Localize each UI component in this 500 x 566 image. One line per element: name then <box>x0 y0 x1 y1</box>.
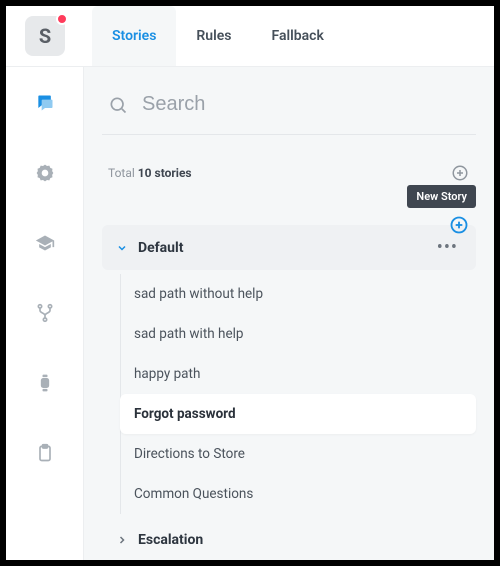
story-item[interactable]: Common Questions <box>120 474 476 514</box>
rail-item-education[interactable] <box>25 223 65 263</box>
total-row: Total 10 stories New Story <box>108 163 470 183</box>
story-item[interactable]: sad path with help <box>120 314 476 354</box>
story-title: sad path with help <box>134 326 243 342</box>
search-icon <box>108 95 128 115</box>
search-input[interactable] <box>142 93 470 116</box>
group-more-button[interactable]: ••• <box>433 237 462 258</box>
rail-item-branches[interactable] <box>25 293 65 333</box>
new-story-tooltip: New Story <box>407 185 476 208</box>
group-header-escalation[interactable]: Escalation <box>102 520 476 560</box>
plus-circle-icon <box>451 164 469 182</box>
rail-item-training[interactable] <box>25 153 65 193</box>
sidebar-rail <box>6 67 84 560</box>
group-title: Default <box>138 240 183 256</box>
rail-item-clipboard[interactable] <box>25 433 65 473</box>
tab-rules[interactable]: Rules <box>176 6 251 66</box>
main-panel: Total 10 stories New Story <box>84 67 494 560</box>
chat-icon <box>35 93 55 113</box>
app-window: S Stories Rules Fallback <box>6 6 494 560</box>
tab-fallback[interactable]: Fallback <box>251 6 343 66</box>
story-item[interactable]: Forgot password <box>120 394 476 434</box>
group-header-left: Default <box>116 240 183 256</box>
topbar: S Stories Rules Fallback <box>6 6 494 67</box>
app-logo[interactable]: S <box>25 16 65 56</box>
clipboard-icon <box>35 443 55 463</box>
add-group-button[interactable] <box>450 163 470 183</box>
story-title: happy path <box>134 366 200 382</box>
story-title: Forgot password <box>134 406 236 422</box>
tab-stories[interactable]: Stories <box>92 6 176 66</box>
story-list-default: sad path without help sad path with help… <box>120 274 476 514</box>
tab-label: Stories <box>112 28 156 44</box>
notification-dot-icon <box>56 13 68 25</box>
gear-badge-icon <box>35 163 55 183</box>
tooltip-label: New Story <box>416 190 467 203</box>
new-story-tooltip-wrap: New Story <box>407 185 476 236</box>
total-count: 10 stories <box>138 166 192 180</box>
plus-circle-icon <box>449 215 469 235</box>
story-title: Directions to Store <box>134 446 245 462</box>
story-title: Common Questions <box>134 486 253 502</box>
logo-letter: S <box>39 24 51 48</box>
fork-icon <box>35 303 55 323</box>
total-prefix: Total <box>108 166 138 180</box>
rail-item-conversations[interactable] <box>25 83 65 123</box>
tab-label: Fallback <box>271 28 323 44</box>
graduation-cap-icon <box>35 233 55 253</box>
tab-label: Rules <box>196 28 231 44</box>
search-row <box>102 89 476 135</box>
watch-icon <box>35 373 55 393</box>
story-title: sad path without help <box>134 286 263 302</box>
group-title: Escalation <box>138 532 203 548</box>
tabs: Stories Rules Fallback <box>84 6 344 66</box>
story-item[interactable]: sad path without help <box>120 274 476 314</box>
body: Total 10 stories New Story <box>6 67 494 560</box>
group-header-left: Escalation <box>116 532 203 548</box>
chevron-right-icon <box>116 534 128 546</box>
logo-wrap: S <box>6 16 84 56</box>
add-story-button[interactable] <box>448 214 470 236</box>
total-text: Total 10 stories <box>108 166 192 180</box>
chevron-down-icon <box>116 242 128 254</box>
story-item[interactable]: happy path <box>120 354 476 394</box>
rail-item-watch[interactable] <box>25 363 65 403</box>
story-item[interactable]: Directions to Store <box>120 434 476 474</box>
